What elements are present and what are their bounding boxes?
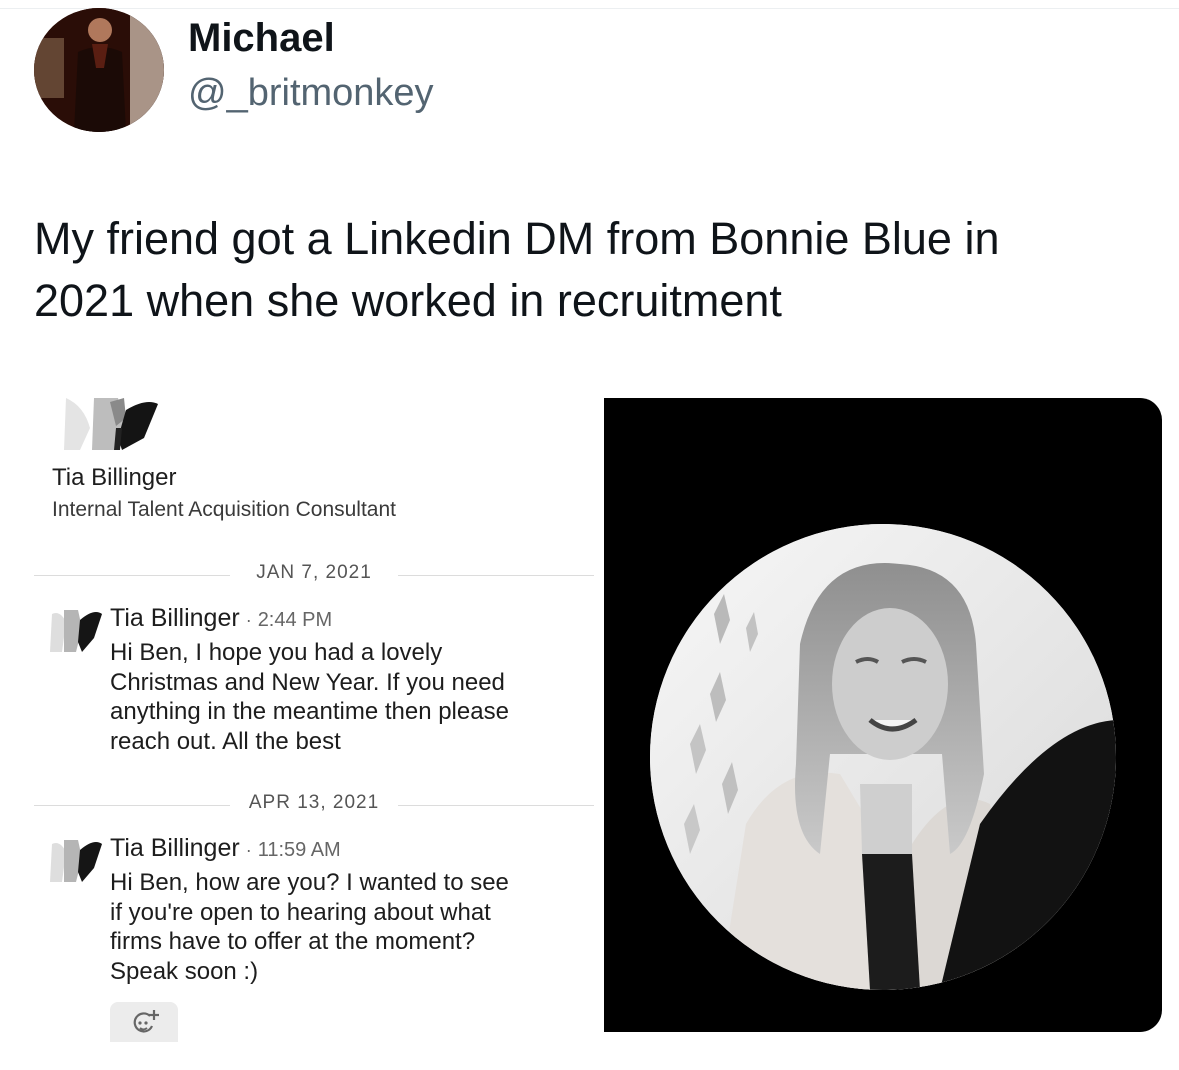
add-reaction-icon [133, 1010, 159, 1033]
sender-name[interactable]: Tia Billinger [110, 834, 240, 862]
author-handle[interactable]: @_britmonkey [188, 72, 434, 115]
sender-avatar[interactable] [50, 838, 102, 882]
separator-dot: · [245, 610, 252, 630]
message-line: anything in the meantime then please [110, 698, 509, 725]
message-header: Tia Billinger · 2:44 PM [110, 604, 332, 633]
linkedin-conversation: Tia Billinger Internal Talent Acquisitio… [30, 392, 600, 1042]
tweet-text: My friend got a Linkedin DM from Bonnie … [34, 208, 1144, 332]
top-divider [0, 8, 1179, 9]
profile-photo[interactable] [650, 524, 1116, 990]
message-line: if you're open to hearing about what [110, 898, 491, 926]
date-label: APR 13, 2021 [248, 792, 380, 813]
message-line: reach out. All the best [110, 727, 341, 755]
author-display-name[interactable]: Michael [188, 16, 335, 61]
divider [398, 575, 594, 576]
message-header: Tia Billinger · 11:59 AM [110, 834, 341, 863]
message-line: Hi Ben, I hope you had a lovely [110, 639, 443, 666]
date-label: JAN 7, 2021 [256, 562, 372, 583]
date-separator: JAN 7, 2021 [34, 562, 594, 588]
contact-headline: Internal Talent Acquisition Consultant [52, 498, 396, 521]
tweet-text-line: 2021 when she worked in recruitment [34, 275, 782, 326]
message-body: Hi Ben, I hope you had a lovely Christma… [110, 638, 580, 756]
author-avatar[interactable] [34, 8, 164, 132]
message-item: Tia Billinger · 11:59 AM Hi Ben, how are y… [50, 834, 590, 994]
sender-avatar[interactable] [50, 608, 102, 652]
contact-name[interactable]: Tia Billinger [52, 464, 177, 492]
sender-name[interactable]: Tia Billinger [110, 604, 240, 632]
message-line: Hi Ben, how are you? I wanted to see [110, 869, 509, 896]
message-line: Christmas and New Year. If you need [110, 668, 505, 696]
message-time: 11:59 AM [257, 839, 341, 861]
tweet-text-line: My friend got a Linkedin DM from Bonnie … [34, 213, 1000, 264]
add-reaction-button[interactable] [110, 1002, 178, 1042]
message-line: Speak soon :) [110, 957, 259, 985]
divider [398, 805, 594, 806]
date-separator: APR 13, 2021 [34, 792, 594, 818]
contact-avatar[interactable] [64, 398, 158, 450]
separator-dot: · [245, 840, 252, 860]
message-item: Tia Billinger · 2:44 PM Hi Ben, I hope you… [50, 604, 590, 764]
message-line: firms have to offer at the moment? [110, 928, 476, 955]
message-body: Hi Ben, how are you? I wanted to see if … [110, 868, 580, 986]
message-time: 2:44 PM [257, 609, 333, 631]
profile-photo-panel [604, 398, 1162, 1032]
